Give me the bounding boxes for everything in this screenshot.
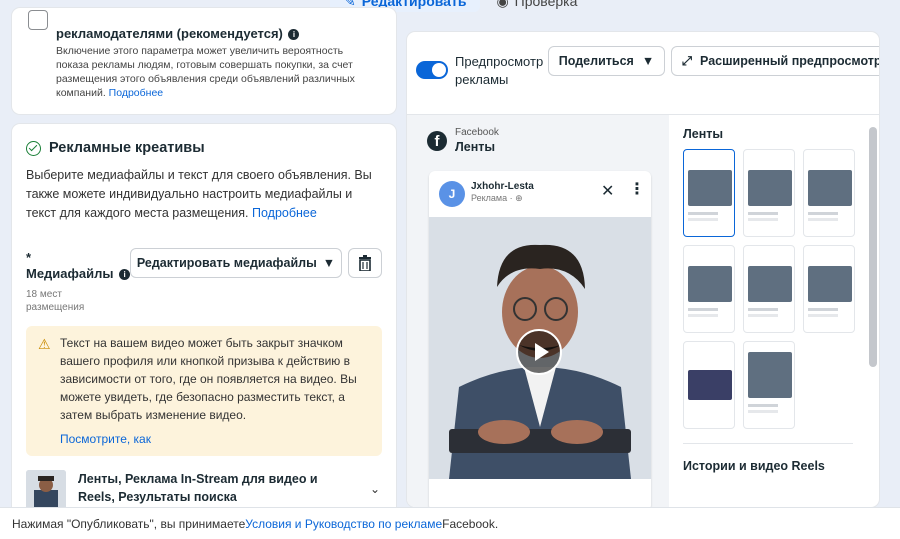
option-more-link[interactable]: Подробнее <box>109 87 163 99</box>
required-mark: * <box>26 250 32 265</box>
share-button[interactable]: Поделиться ▼ <box>548 46 665 76</box>
section-description: Выберите медиафайлы и текст для своего о… <box>26 166 376 223</box>
multi-advertiser-checkbox[interactable] <box>28 10 48 30</box>
placement-thumb-explore[interactable] <box>803 245 855 333</box>
eye-icon: ◉ <box>496 0 509 9</box>
chevron-down-icon[interactable]: ⌄ <box>370 482 380 496</box>
ad-video[interactable] <box>429 217 651 479</box>
option-description: Включение этого параметра может увеличит… <box>56 44 376 100</box>
facebook-icon: f <box>427 131 447 151</box>
edit-media-label: Редактировать медиафайлы <box>136 256 317 270</box>
media-label-text: Медиафайлы <box>26 266 114 281</box>
info-icon[interactable]: i <box>119 269 131 280</box>
warning-icon: ⚠ <box>38 336 51 352</box>
ad-post-preview: J Jxhohr-Lesta Реклама · ⊕ ✕ ⋮ <box>429 171 651 507</box>
media-label: * Медиафайлы i <box>26 250 131 282</box>
feed-preview-column: f Facebook Ленты J Jxhohr-Lesta Реклама … <box>407 115 669 507</box>
preview-area: f Facebook Ленты J Jxhohr-Lesta Реклама … <box>407 114 879 507</box>
publish-terms-footer: Нажимая "Опубликовать", вы принимаете Ус… <box>0 507 900 539</box>
info-icon[interactable]: i <box>288 29 300 40</box>
placement-thumb-messenger-inbox[interactable] <box>803 149 855 237</box>
footer-prefix: Нажимая "Опубликовать", вы принимаете <box>12 516 246 531</box>
avatar: J <box>439 181 465 207</box>
section-header: Рекламные креативы <box>26 140 205 156</box>
placement-thumbnails-column: Ленты Истории и видео Reels <box>669 115 879 507</box>
section-more-link[interactable]: Подробнее <box>252 206 317 220</box>
ad-creative-card: Рекламные креативы Выберите медиафайлы и… <box>12 124 396 524</box>
option-description-text: Включение этого параметра может увеличит… <box>56 45 355 99</box>
multi-advertiser-card: рекламодателями (рекомендуется) i Включе… <box>12 8 396 114</box>
caret-down-icon: ▼ <box>641 54 655 68</box>
tab-review[interactable]: ◉ Проверка <box>496 0 577 10</box>
placement-thumb-business-explore[interactable] <box>743 341 795 429</box>
placement-thumb-facebook-feed[interactable] <box>683 149 735 237</box>
advanced-preview-label: Расширенный предпросмотр <box>700 54 879 68</box>
expand-icon: ⤢ <box>682 53 693 68</box>
edit-media-button[interactable]: Редактировать медиафайлы ▼ <box>130 248 342 278</box>
section-description-text: Выберите медиафайлы и текст для своего о… <box>26 168 372 220</box>
media-placement-count: 18 мест размещения <box>26 289 85 313</box>
placement-thumb-marketplace[interactable] <box>683 245 735 333</box>
platform-label: Facebook <box>455 127 499 138</box>
trash-icon <box>359 255 371 271</box>
preview-toggle[interactable] <box>416 61 448 79</box>
placement-thumb-video-feeds[interactable] <box>743 245 795 333</box>
terms-link[interactable]: Условия и Руководство по рекламе <box>245 517 442 531</box>
post-sponsored-label: Реклама · ⊕ <box>471 193 523 204</box>
placement-thumbnail <box>26 470 66 510</box>
placement-thumb-instagram-feed[interactable] <box>743 149 795 237</box>
close-icon[interactable]: ✕ <box>601 181 614 201</box>
post-page-name: Jxhohr-Lesta <box>471 181 534 192</box>
globe-icon: ⊕ <box>515 193 523 203</box>
caret-down-icon: ▼ <box>322 256 336 270</box>
advanced-preview-button[interactable]: ⤢ Расширенный предпросмотр <box>671 46 879 76</box>
option-title-text: рекламодателями (рекомендуется) <box>56 26 283 41</box>
placement-label: Ленты <box>455 140 496 154</box>
preview-toggle-label: Предпросмотр рекламы <box>455 54 544 87</box>
stories-section-title: Истории и видео Reels <box>683 459 825 473</box>
share-label: Поделиться <box>558 54 634 68</box>
ad-preview-panel: Предпросмотр рекламы Поделиться ▼ ⤢ Расш… <box>407 32 879 507</box>
warning-link[interactable]: Посмотрите, как <box>60 432 151 446</box>
placement-thumb-right-column[interactable] <box>683 341 735 429</box>
play-button[interactable] <box>516 329 562 375</box>
section-title: Рекламные креативы <box>49 140 205 156</box>
section-divider <box>683 443 853 444</box>
more-options-icon[interactable]: ⋮ <box>629 179 645 199</box>
footer-suffix: Facebook. <box>442 516 499 531</box>
delete-media-button[interactable] <box>348 248 382 278</box>
tab-review-label: Проверка <box>514 0 578 9</box>
placement-group-label: Ленты, Реклама In-Stream для видео и Ree… <box>78 472 318 504</box>
post-sponsored-text: Реклама · <box>471 193 516 203</box>
thumbnails-scrollbar[interactable] <box>869 127 877 367</box>
warning-text: Текст на вашем видео может быть закрыт з… <box>60 336 357 422</box>
video-text-warning: ⚠ Текст на вашем видео может быть закрыт… <box>26 326 382 456</box>
check-circle-icon <box>26 140 41 156</box>
feeds-section-title: Ленты <box>683 127 724 141</box>
option-title: рекламодателями (рекомендуется) i <box>56 26 386 41</box>
